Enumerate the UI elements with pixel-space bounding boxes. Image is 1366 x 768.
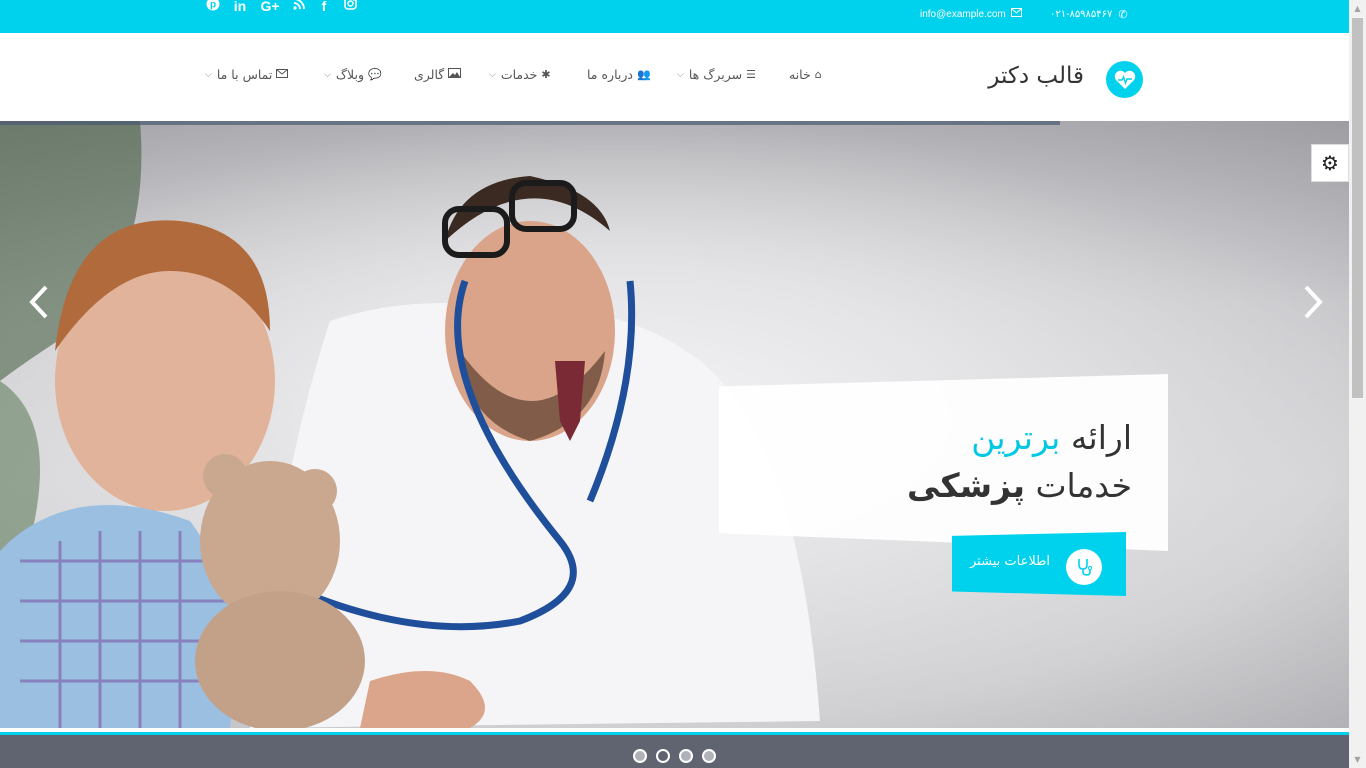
chevron-down-icon: ⌵: [205, 69, 212, 80]
hero-top-line: [0, 121, 1060, 125]
slider-dot-2[interactable]: [656, 749, 670, 763]
slider-prev-button[interactable]: [28, 284, 50, 327]
scroll-down-arrow-icon[interactable]: ▼: [1349, 751, 1366, 768]
caption-word: ارائه: [1070, 418, 1132, 457]
more-info-label: اطلاعات بیشتر: [970, 554, 1051, 569]
nav-about-label: درباره ما: [587, 67, 633, 82]
slide-caption-line1: ارائه برترین: [740, 418, 1132, 457]
nav-contact[interactable]: تماس با ما ⌵: [205, 67, 289, 82]
chevron-down-icon: ⌵: [677, 69, 684, 80]
rss-icon[interactable]: [292, 0, 306, 15]
linkedin-icon[interactable]: in: [232, 0, 248, 15]
nav-about[interactable]: 👥 درباره ما: [587, 67, 651, 82]
email-text[interactable]: info@example.com: [920, 9, 1006, 20]
nav-gallery[interactable]: گالری: [414, 67, 462, 82]
settings-gear-button[interactable]: ⚙: [1311, 144, 1349, 182]
site-header: قالب دکتر ⌂ خانه ☰ سربرگ ها ⌵ 👥 درباره م…: [0, 33, 1349, 121]
more-info-button[interactable]: اطلاعات بیشتر: [952, 532, 1126, 596]
nav-home-label: خانه: [789, 67, 811, 82]
stethoscope-icon: [1066, 549, 1102, 585]
slider-dot-3[interactable]: [679, 749, 693, 763]
logo-text[interactable]: قالب دکتر: [972, 63, 1084, 89]
scrollbar-thumb[interactable]: [1352, 18, 1363, 398]
phone-text[interactable]: ۰۲۱-۸۵۹۸۵۴۶۷: [1050, 9, 1112, 20]
logo-icon[interactable]: [1106, 61, 1143, 98]
nav-blog[interactable]: 💬 وبلاگ ⌵: [324, 67, 382, 82]
slider-dot-4[interactable]: [702, 749, 716, 763]
nav-services[interactable]: ✱ خدمات ⌵: [489, 67, 551, 82]
svg-text:p: p: [210, 0, 216, 10]
image-icon: [448, 68, 462, 81]
slide-caption-line2: خدمات پزشکی: [740, 466, 1132, 505]
gear-icon: ⚙: [1321, 151, 1339, 175]
comments-icon: 💬: [368, 68, 382, 81]
caption-bold: پزشکی: [907, 466, 1025, 505]
caption-accent: برترین: [971, 418, 1061, 457]
nav-blog-label: وبلاگ: [335, 67, 364, 82]
pinterest-icon[interactable]: p: [206, 0, 220, 16]
slider-pagination: [633, 749, 716, 763]
google-plus-icon[interactable]: G+: [259, 0, 281, 15]
phone-contact[interactable]: ۰۲۱-۸۵۹۸۵۴۶۷ ✆: [1050, 8, 1128, 21]
nav-home[interactable]: ⌂ خانه: [789, 67, 822, 82]
strip-accent-line: [0, 732, 1349, 735]
facebook-icon[interactable]: f: [318, 0, 330, 15]
nav-headers[interactable]: ☰ سربرگ ها ⌵: [677, 67, 756, 82]
caption-word: خدمات: [1035, 466, 1132, 505]
nav-services-label: خدمات: [500, 67, 538, 82]
nav-contact-label: تماس با ما: [216, 67, 273, 82]
nav-gallery-label: گالری: [414, 67, 445, 82]
users-icon: 👥: [636, 68, 651, 81]
instagram-icon[interactable]: [343, 0, 357, 15]
chevron-down-icon: ⌵: [489, 69, 496, 80]
phone-icon: ✆: [1118, 9, 1128, 21]
asterisk-icon: ✱: [541, 68, 551, 81]
chevron-down-icon: ⌵: [324, 69, 331, 80]
nav-headers-label: سربرگ ها: [688, 67, 743, 82]
top-bar: p in G+ f info@example.com ۰۲۱-۸۵۹۸۵۴۶۷ …: [0, 0, 1349, 33]
slider-dot-1[interactable]: [633, 749, 647, 763]
home-icon: ⌂: [814, 68, 822, 81]
slider-next-button[interactable]: [1302, 284, 1324, 327]
slide-caption-box: [719, 374, 1168, 551]
email-contact[interactable]: info@example.com: [920, 8, 1022, 20]
page-scrollbar[interactable]: ▲ ▼: [1349, 0, 1366, 768]
bars-icon: ☰: [746, 68, 757, 81]
scroll-up-arrow-icon[interactable]: ▲: [1349, 0, 1366, 17]
envelope-icon: [1010, 8, 1022, 20]
envelope-icon: [276, 68, 289, 81]
